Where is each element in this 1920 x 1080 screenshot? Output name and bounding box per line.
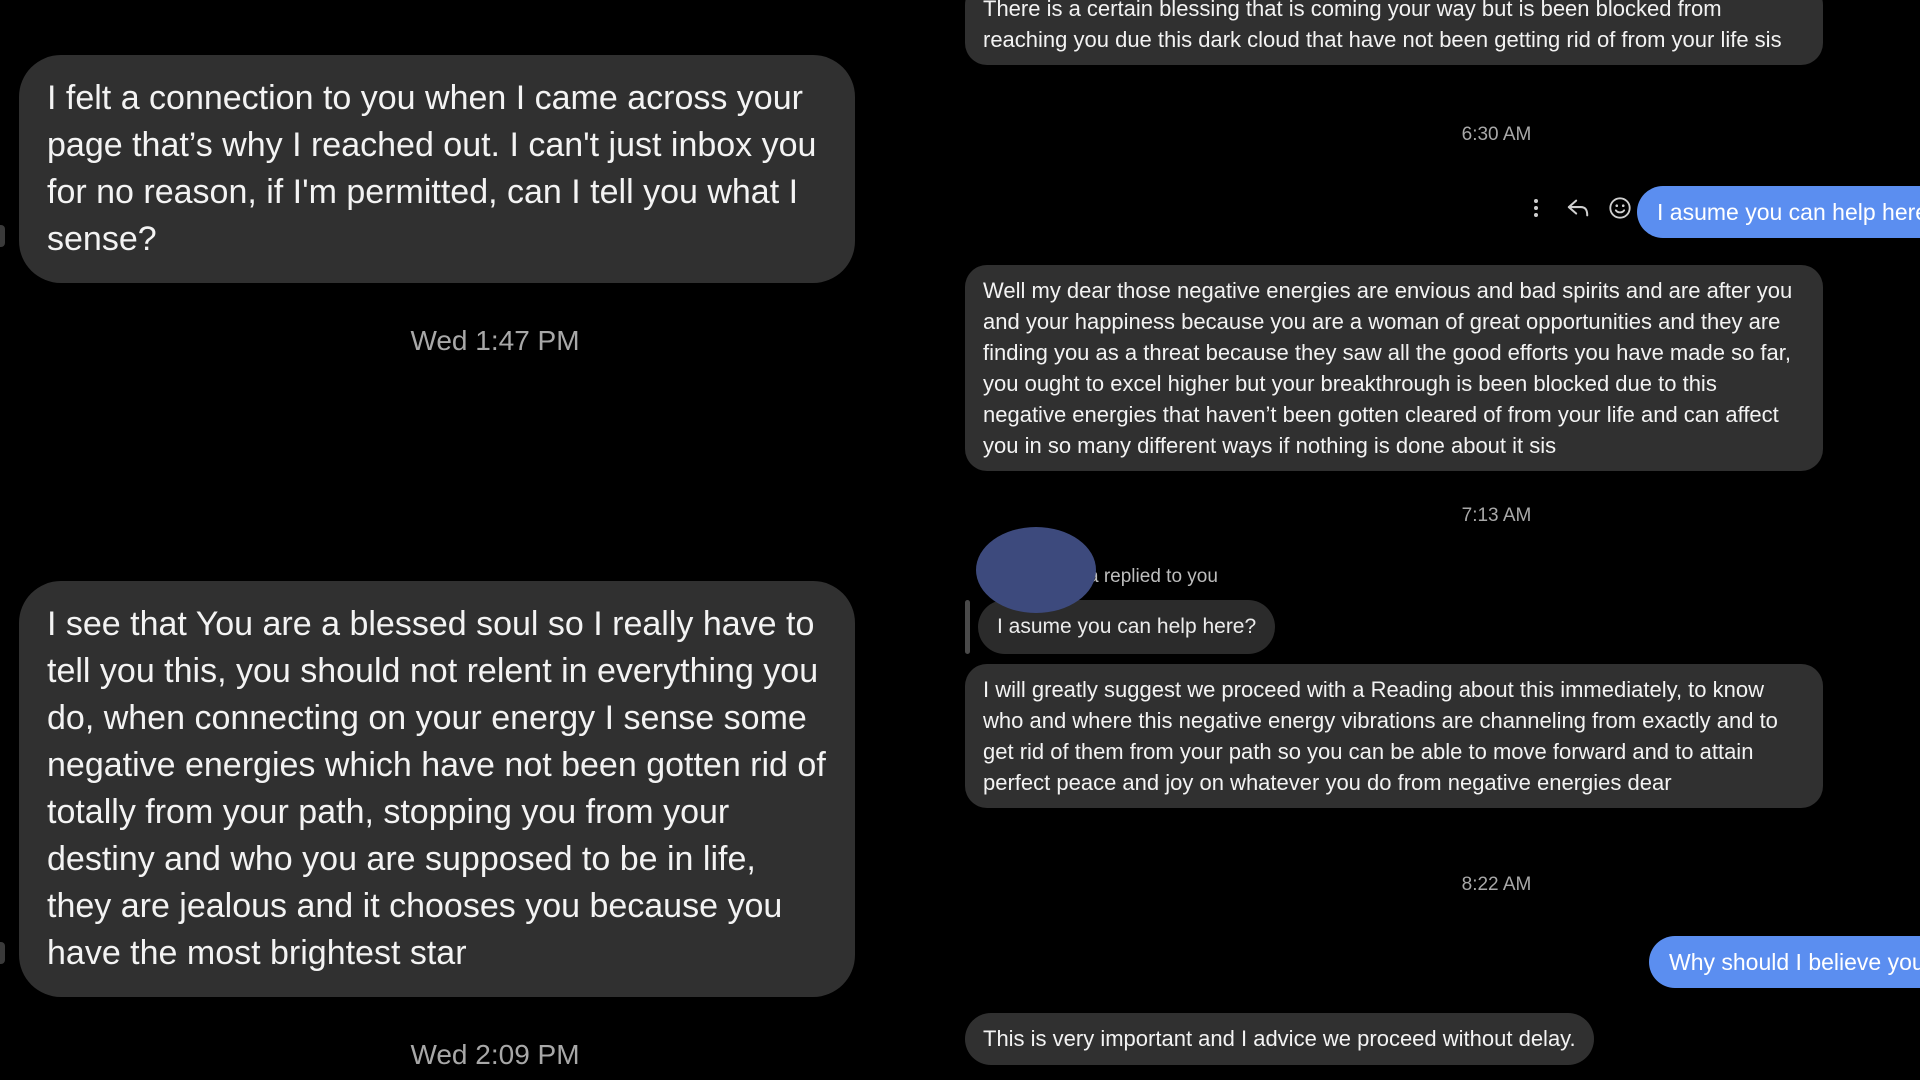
edge-marker — [0, 942, 5, 964]
message-text: Well my dear those negative energies are… — [983, 278, 1793, 458]
message-text: I see that You are a blessed soul so I r… — [47, 605, 826, 972]
timestamp: 8:22 AM — [1461, 874, 1532, 895]
message-text: There is a certain blessing that is comi… — [983, 0, 1782, 52]
incoming-message[interactable]: I felt a connection to you when I came a… — [19, 55, 855, 283]
incoming-message[interactable]: There is a certain blessing that is comi… — [965, 0, 1823, 65]
timestamp: 6:30 AM — [1461, 124, 1532, 145]
incoming-message[interactable]: This is very important and I advice we p… — [965, 1013, 1594, 1065]
outgoing-message[interactable]: Why should I believe you? — [1649, 936, 1920, 988]
message-text: I felt a connection to you when I came a… — [47, 79, 817, 258]
more-icon[interactable] — [1524, 196, 1548, 220]
incoming-message[interactable]: I will greatly suggest we proceed with a… — [965, 664, 1823, 808]
reply-quote-bar — [965, 600, 970, 654]
timestamp: Wed 2:09 PM — [410, 1039, 580, 1070]
message-text: Why should I believe you? — [1669, 949, 1920, 975]
message-text: I will greatly suggest we proceed with a… — [983, 677, 1778, 795]
message-text: This is very important and I advice we p… — [983, 1026, 1576, 1051]
edge-marker — [0, 225, 5, 247]
left-conversation-panel: I felt a connection to you when I came a… — [0, 0, 940, 1080]
message-text: I asume you can help here? — [1657, 199, 1920, 225]
timestamp: 7:13 AM — [1461, 505, 1532, 526]
right-conversation-panel: There is a certain blessing that is comi… — [940, 0, 1920, 1080]
reply-label: a replied to you — [1088, 566, 1218, 587]
avatar — [976, 527, 1096, 613]
incoming-message[interactable]: I see that You are a blessed soul so I r… — [19, 581, 855, 997]
quoted-text: I asume you can help here? — [997, 615, 1257, 638]
outgoing-message[interactable]: I asume you can help here? — [1637, 186, 1920, 238]
timestamp: Wed 1:47 PM — [410, 325, 580, 356]
reply-icon[interactable] — [1566, 196, 1590, 220]
message-actions — [1524, 196, 1632, 220]
incoming-message[interactable]: Well my dear those negative energies are… — [965, 265, 1823, 471]
react-icon[interactable] — [1608, 196, 1632, 220]
